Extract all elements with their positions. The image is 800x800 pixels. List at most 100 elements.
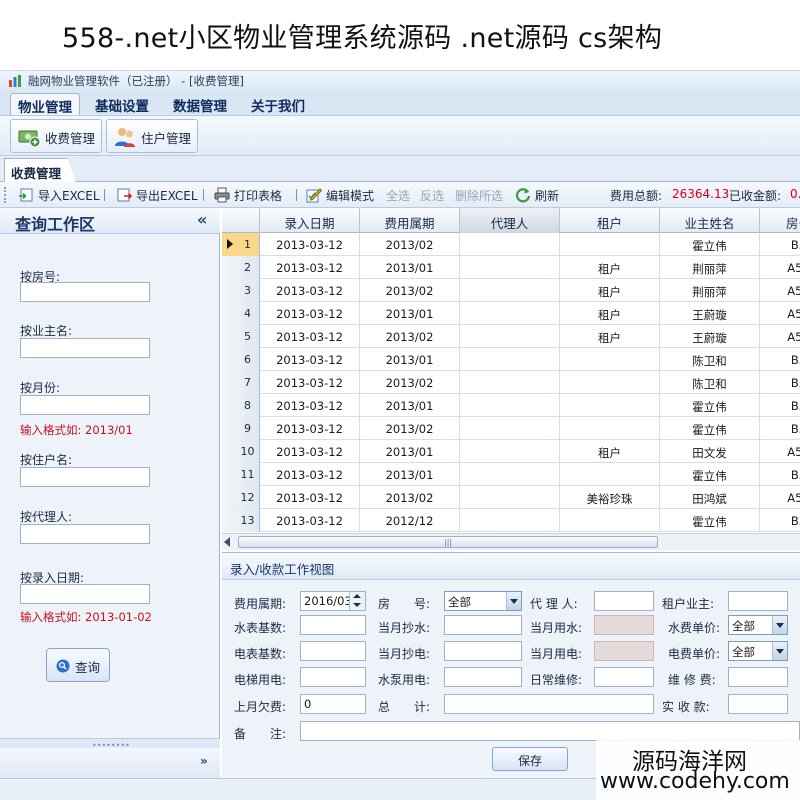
select-all-button[interactable]: 全选 xyxy=(386,187,410,204)
row-header[interactable]: 6 xyxy=(222,348,260,371)
dropdown-button[interactable] xyxy=(772,616,787,634)
expand-icon[interactable]: » xyxy=(200,754,208,768)
cell-period[interactable]: 2013/02 xyxy=(360,325,460,348)
grid-corner[interactable] xyxy=(222,208,260,233)
cell-owner[interactable]: 田文发 xyxy=(660,440,760,463)
daily-repair-input[interactable] xyxy=(594,667,654,687)
table-row[interactable]: 3 2013-03-122013/02 租户荆丽萍A51 xyxy=(222,279,800,302)
grid-horizontal-scrollbar[interactable]: ||| xyxy=(222,533,800,550)
cell-owner[interactable]: 王蔚璇 xyxy=(660,325,760,348)
invert-selection-button[interactable]: 反选 xyxy=(420,187,444,204)
cell-period[interactable]: 2012/12 xyxy=(360,509,460,532)
table-row[interactable]: 10 2013-03-122013/01 租户田文发A50 xyxy=(222,440,800,463)
column-header[interactable]: 业主姓名 xyxy=(660,208,760,233)
cell-owner[interactable]: 霍立伟 xyxy=(660,394,760,417)
water-reading-input[interactable] xyxy=(444,615,522,635)
cell-agent[interactable] xyxy=(460,440,560,463)
row-header[interactable]: 10 xyxy=(222,440,260,463)
resident-management-button[interactable]: 住户管理 xyxy=(106,119,199,153)
edit-mode-button[interactable]: 编辑模式 xyxy=(306,187,374,204)
column-header[interactable]: 录入日期 xyxy=(260,208,360,233)
cell-period[interactable]: 2013/02 xyxy=(360,233,460,256)
dropdown-button[interactable] xyxy=(506,592,521,610)
cell-owner[interactable]: 陈卫和 xyxy=(660,348,760,371)
month-filter-input[interactable] xyxy=(20,395,150,415)
cell-date[interactable]: 2013-03-12 xyxy=(260,417,360,440)
resident-filter-input[interactable] xyxy=(20,467,150,487)
date-filter-input[interactable] xyxy=(20,584,150,604)
cell-date[interactable]: 2013-03-12 xyxy=(260,509,360,532)
elec-base-input[interactable] xyxy=(300,641,366,661)
tenant-owner-input[interactable] xyxy=(728,591,788,611)
cell-agent[interactable] xyxy=(460,463,560,486)
row-header[interactable]: 4 xyxy=(222,302,260,325)
cell-date[interactable]: 2013-03-12 xyxy=(260,233,360,256)
cell-room[interactable]: A51 xyxy=(760,325,800,348)
cell-owner[interactable]: 田鸿斌 xyxy=(660,486,760,509)
cell-tenant[interactable]: 租户 xyxy=(560,440,660,463)
row-header[interactable]: 1 xyxy=(222,233,260,256)
import-excel-button[interactable]: 导入EXCEL xyxy=(18,187,100,204)
cell-tenant[interactable]: 租户 xyxy=(560,302,660,325)
cell-tenant[interactable] xyxy=(560,417,660,440)
refresh-button[interactable]: 刷新 xyxy=(515,187,559,204)
cell-agent[interactable] xyxy=(460,279,560,302)
row-header[interactable]: 12 xyxy=(222,486,260,509)
cell-date[interactable]: 2013-03-12 xyxy=(260,463,360,486)
cell-room[interactable]: B5 xyxy=(760,463,800,486)
row-header[interactable]: 13 xyxy=(222,509,260,532)
cell-date[interactable]: 2013-03-12 xyxy=(260,440,360,463)
cell-period[interactable]: 2013/02 xyxy=(360,486,460,509)
cell-room[interactable]: A51 xyxy=(760,302,800,325)
repair-fee-input[interactable] xyxy=(728,667,788,687)
row-header[interactable]: 8 xyxy=(222,394,260,417)
cell-agent[interactable] xyxy=(460,302,560,325)
table-row[interactable]: 1 2013-03-122013/02 霍立伟B5 xyxy=(222,233,800,256)
cell-date[interactable]: 2013-03-12 xyxy=(260,348,360,371)
table-row[interactable]: 4 2013-03-122013/01 租户王蔚璇A51 xyxy=(222,302,800,325)
cell-owner[interactable]: 王蔚璇 xyxy=(660,302,760,325)
cell-date[interactable]: 2013-03-12 xyxy=(260,371,360,394)
export-excel-button[interactable]: 导出EXCEL xyxy=(116,187,198,204)
row-header[interactable]: 2 xyxy=(222,256,260,279)
cell-date[interactable]: 2013-03-12 xyxy=(260,302,360,325)
cell-room[interactable]: A51 xyxy=(760,256,800,279)
cell-owner[interactable]: 霍立伟 xyxy=(660,509,760,532)
cell-tenant[interactable] xyxy=(560,233,660,256)
cell-period[interactable]: 2013/02 xyxy=(360,417,460,440)
column-header[interactable]: 租户 xyxy=(560,208,660,233)
cell-owner[interactable]: 荆丽萍 xyxy=(660,256,760,279)
agent-input[interactable] xyxy=(594,591,654,611)
cell-room[interactable]: B5 xyxy=(760,394,800,417)
save-button[interactable]: 保存 xyxy=(492,747,568,771)
pump-power-input[interactable] xyxy=(444,667,522,687)
row-header[interactable]: 7 xyxy=(222,371,260,394)
table-row[interactable]: 6 2013-03-122013/01 陈卫和B5 xyxy=(222,348,800,371)
cell-date[interactable]: 2013-03-12 xyxy=(260,486,360,509)
row-header[interactable]: 11 xyxy=(222,463,260,486)
elec-price-select[interactable]: 全部 xyxy=(728,641,788,661)
cell-owner[interactable]: 霍立伟 xyxy=(660,233,760,256)
table-row[interactable]: 8 2013-03-122013/01 霍立伟B5 xyxy=(222,394,800,417)
cell-tenant[interactable]: 租户 xyxy=(560,279,660,302)
table-row[interactable]: 11 2013-03-122013/01 霍立伟B5 xyxy=(222,463,800,486)
cell-agent[interactable] xyxy=(460,417,560,440)
table-row[interactable]: 12 2013-03-122013/02 美裕珍珠田鸿斌A50 xyxy=(222,486,800,509)
cell-tenant[interactable]: 租户 xyxy=(560,256,660,279)
table-row[interactable]: 5 2013-03-122013/02 租户王蔚璇A51 xyxy=(222,325,800,348)
cell-period[interactable]: 2013/02 xyxy=(360,279,460,302)
cell-period[interactable]: 2013/01 xyxy=(360,463,460,486)
room-select[interactable]: 全部 xyxy=(444,591,522,611)
cell-room[interactable]: A50 xyxy=(760,486,800,509)
total-input[interactable] xyxy=(444,694,654,714)
dropdown-button[interactable] xyxy=(772,642,787,660)
cell-period[interactable]: 2013/01 xyxy=(360,394,460,417)
room-filter-input[interactable] xyxy=(20,282,150,302)
arrears-input[interactable]: 0 xyxy=(300,694,366,714)
cell-owner[interactable]: 霍立伟 xyxy=(660,417,760,440)
cell-agent[interactable] xyxy=(460,371,560,394)
cell-agent[interactable] xyxy=(460,325,560,348)
cell-agent[interactable] xyxy=(460,256,560,279)
elec-reading-input[interactable] xyxy=(444,641,522,661)
water-base-input[interactable] xyxy=(300,615,366,635)
